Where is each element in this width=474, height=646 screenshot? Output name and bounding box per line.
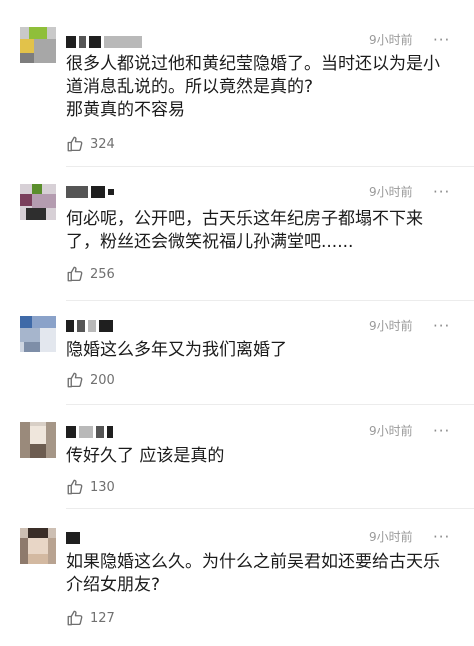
comment-item: 9小时前 ··· 如果隐婚这么久。为什么之前吴君如还要给古天乐 介绍女朋友? 1… [0,510,474,646]
more-dots-icon[interactable]: ··· [433,423,450,439]
divider [66,404,474,405]
like-button[interactable]: 127 [66,608,115,628]
avatar[interactable] [20,528,56,564]
username-redacted[interactable] [66,424,113,440]
comment-text: 传好久了 应该是真的 [66,446,225,466]
like-button[interactable]: 256 [66,264,115,284]
avatar[interactable] [20,316,56,352]
comment-text: 很多人都说过他和黄纪莹隐婚了。当时还以为是小 道消息乱说的。所以竟然是真的? 那… [66,54,440,120]
like-count: 324 [90,136,115,152]
divider [66,166,474,167]
avatar[interactable] [20,184,56,220]
divider [66,508,474,509]
like-count: 127 [90,610,115,626]
more-dots-icon[interactable]: ··· [433,184,450,200]
like-count: 256 [90,266,115,282]
username-redacted[interactable] [66,530,80,546]
comment-item: 9小时前 ··· 传好久了 应该是真的 130 [0,406,474,510]
comment-item: 9小时前 ··· 何必呢，公开吧，古天乐这年纪房子都塌不下来 了，粉丝还会微笑祝… [0,168,474,302]
divider [66,300,474,301]
like-button[interactable]: 130 [66,477,115,497]
comment-timestamp: 9小时前 [369,33,413,47]
like-count: 200 [90,372,115,388]
comment-timestamp: 9小时前 [369,530,413,544]
username-redacted[interactable] [66,318,113,334]
like-button[interactable]: 324 [66,134,115,154]
comment-timestamp: 9小时前 [369,319,413,333]
more-dots-icon[interactable]: ··· [433,529,450,545]
thumbs-up-icon [67,266,83,282]
thumbs-up-icon [67,479,83,495]
comment-list: 9小时前 ··· 很多人都说过他和黄纪莹隐婚了。当时还以为是小 道消息乱说的。所… [0,0,474,646]
like-button[interactable]: 200 [66,370,115,390]
comment-item: 9小时前 ··· 隐婚这么多年又为我们离婚了 200 [0,302,474,406]
comment-timestamp: 9小时前 [369,185,413,199]
avatar[interactable] [20,422,56,458]
thumbs-up-icon [67,372,83,388]
comment-text: 何必呢，公开吧，古天乐这年纪房子都塌不下来 了，粉丝还会微笑祝福儿孙满堂吧...… [66,209,423,252]
comment-text: 隐婚这么多年又为我们离婚了 [66,340,287,360]
avatar[interactable] [20,27,56,63]
thumbs-up-icon [67,136,83,152]
more-dots-icon[interactable]: ··· [433,318,450,334]
thumbs-up-icon [67,610,83,626]
like-count: 130 [90,479,115,495]
username-redacted[interactable] [66,184,114,200]
more-dots-icon[interactable]: ··· [433,32,450,48]
username-redacted[interactable] [66,34,142,50]
comment-item: 9小时前 ··· 很多人都说过他和黄纪莹隐婚了。当时还以为是小 道消息乱说的。所… [0,0,474,168]
comment-timestamp: 9小时前 [369,424,413,438]
comment-text: 如果隐婚这么久。为什么之前吴君如还要给古天乐 介绍女朋友? [66,552,440,595]
